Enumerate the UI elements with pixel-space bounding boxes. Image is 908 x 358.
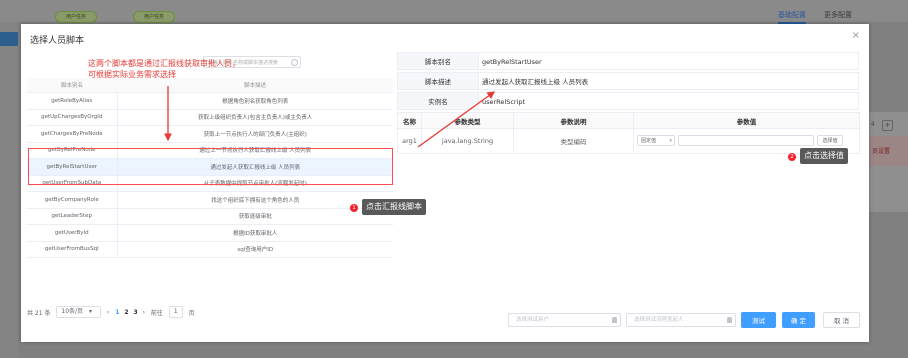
chevron-down-icon: ▾	[88, 308, 92, 315]
test-button[interactable]: 测试	[741, 312, 776, 328]
table-row[interactable]: getUserFromBusSql sql查询用户ID	[27, 241, 393, 258]
script-desc-row: 脚本描述 通过发起人获取汇报线上级 人员列表	[397, 72, 859, 90]
params-table: 名称 参数类型 参数说明 参数值 arg1 java.lang.String 类…	[397, 112, 860, 154]
background-count: 4	[871, 121, 875, 128]
script-name-value: getByRelStartUser	[479, 52, 859, 70]
page-3-button[interactable]: 3	[133, 309, 137, 316]
table-header-row: 脚本别名 脚本描述	[27, 78, 393, 93]
goto-label: 前往	[150, 309, 163, 317]
prev-page-button[interactable]: ‹	[107, 309, 109, 316]
cell-alias: getByCompanyRole	[27, 191, 118, 209]
app-left-sidebar	[0, 22, 18, 358]
step-2-tooltip: 点击选择值	[800, 148, 848, 164]
script-name-label: 脚本别名	[397, 52, 479, 70]
page-1-button[interactable]: 1	[115, 309, 119, 316]
cell-alias: getUserById	[27, 224, 118, 242]
test-starter-placeholder: 选择测试流程发起人	[634, 317, 684, 323]
param-name: arg1	[397, 128, 422, 154]
cell-alias: getRoleByAlias	[27, 92, 118, 110]
ok-button[interactable]: 确 定	[782, 312, 815, 328]
test-user-input[interactable]: 选择测试用户	[508, 313, 621, 327]
column-header-desc: 脚本描述	[117, 78, 393, 93]
goto-page-input[interactable]: 1	[168, 306, 183, 318]
step-2-badge: 2	[788, 153, 796, 161]
step-1-tooltip: 点击汇报线脚本	[362, 199, 426, 215]
add-icon: +	[882, 120, 893, 131]
table-row[interactable]: getUpChargesByOrgId 获取上级组织负责人(包含主负责人)或主负责…	[27, 109, 393, 126]
cell-desc: 获取上级组织负责人(包含主负责人)或主负责人	[117, 109, 393, 126]
tab-basic-config: 基础配置	[778, 10, 806, 24]
flow-node-chip: 用户任务	[55, 11, 97, 23]
table-row[interactable]: getRoleByAlias 根据角色别名获取角色列表	[27, 92, 393, 110]
value-mode-select[interactable]: 固定值 ▾	[637, 135, 675, 146]
instance-row: 实例名 userRelScript	[397, 92, 859, 110]
cell-desc: 根据ID获取审批人	[117, 224, 393, 242]
page-suffix: 页	[188, 309, 195, 317]
test-user-placeholder: 选择测试用户	[516, 317, 550, 323]
param-col-value: 参数值	[633, 112, 860, 129]
script-name-row: 脚本别名 getByRelStartUser	[397, 52, 859, 70]
table-row[interactable]: getUserById 根据ID获取审批人	[27, 224, 393, 242]
user-icon	[727, 317, 732, 323]
table-row[interactable]: getLeaderStep 获取逐级审批	[27, 208, 393, 225]
cell-alias: getUserFromBusSql	[27, 241, 118, 258]
search-icon	[291, 59, 298, 66]
test-starter-input[interactable]: 选择测试流程发起人	[626, 313, 736, 327]
param-desc: 类型编码	[513, 128, 634, 154]
annotation-note-line1: 这两个脚本都是通过汇报线获取审批人员，	[88, 59, 240, 68]
table-row[interactable]: getChargesByPreNode 获取上一节点执行人的部门负责人(主组织)	[27, 125, 393, 143]
params-header-row: 名称 参数类型 参数说明 参数值	[397, 112, 860, 129]
cancel-button[interactable]: 取 消	[823, 312, 860, 328]
value-mode-label: 固定值	[641, 138, 657, 144]
cell-alias: getLeaderStep	[27, 208, 118, 225]
cell-desc: 获取上一节点执行人的部门负责人(主组织)	[117, 125, 393, 143]
param-col-desc: 参数说明	[513, 112, 634, 129]
close-icon[interactable]: ×	[852, 30, 860, 41]
flow-node-chip: 用户任务	[133, 11, 175, 23]
page-2-button[interactable]: 2	[124, 309, 128, 316]
tab-more-config: 更多配置	[824, 11, 852, 19]
annotation-note-line2: 可根据实际业务需求选择	[88, 70, 176, 79]
param-row: arg1 java.lang.String 类型编码 固定值 ▾ 选择值	[397, 128, 860, 154]
annotation-note: 这两个脚本都是通过汇报线获取审批人员， 可根据实际业务需求选择	[88, 58, 240, 80]
instance-label: 实例名	[397, 92, 479, 110]
param-col-name: 名称	[397, 112, 422, 129]
column-header-alias: 脚本别名	[27, 78, 117, 93]
param-value-input[interactable]	[678, 135, 814, 146]
step-1-badge: 1	[350, 204, 358, 212]
user-icon	[612, 317, 617, 323]
sidebar-active-item	[0, 32, 18, 46]
chevron-down-icon: ▾	[669, 138, 672, 144]
cell-alias: getUpChargesByOrgId	[27, 109, 118, 126]
pagination: 共 21 条 10条/页 ▾ ‹ 1 2 3 › 前往 1 页	[27, 306, 199, 318]
next-page-button[interactable]: ›	[143, 309, 145, 316]
script-desc-label: 脚本描述	[397, 72, 479, 90]
page-size-select[interactable]: 10条/页 ▾	[56, 306, 101, 318]
cell-desc: sql查询用户ID	[117, 241, 393, 258]
background-status-text: 员设置	[872, 148, 891, 155]
table-row[interactable]: getByCompanyRole 找这个组织底下拥有这个角色的人员	[27, 191, 393, 209]
page-size-label: 10条/页	[61, 308, 84, 315]
total-count: 共 21 条	[27, 309, 51, 317]
background-right-panel: 4 + 员设置	[868, 112, 908, 212]
param-col-type: 参数类型	[421, 112, 514, 129]
select-value-button[interactable]: 选择值	[817, 135, 843, 146]
script-desc-value: 通过发起人获取汇报线上级 人员列表	[479, 72, 859, 90]
highlight-box	[28, 148, 393, 185]
instance-value: userRelScript	[479, 92, 859, 110]
param-type: java.lang.String	[421, 128, 514, 154]
cell-alias: getChargesByPreNode	[27, 125, 118, 143]
cell-desc: 根据角色别名获取角色列表	[117, 92, 393, 110]
dialog-title: 选择人员脚本	[30, 36, 85, 46]
